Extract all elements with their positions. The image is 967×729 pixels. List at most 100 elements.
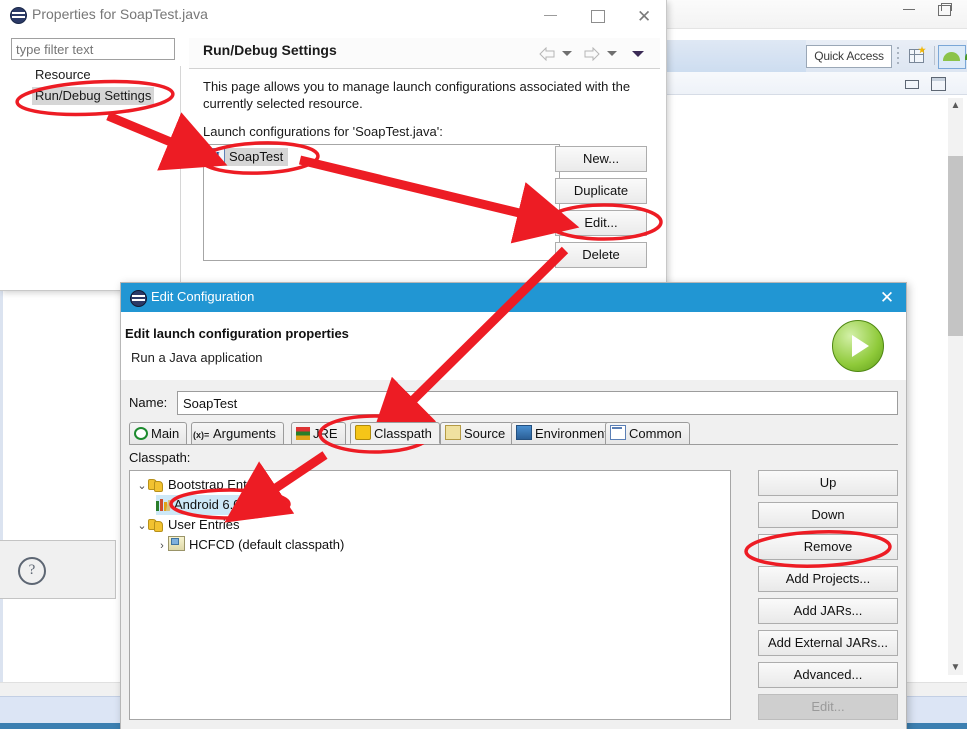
quick-access-input[interactable]: Quick Access [806, 45, 892, 68]
editor-vertical-scrollbar[interactable]: ▲ ▼ [948, 98, 963, 675]
name-input[interactable] [177, 391, 898, 415]
properties-dialog: Properties for SoapTest.java ✕ Resource … [0, 0, 667, 291]
tab-label: Classpath [374, 426, 432, 441]
tab-label: Main [151, 426, 180, 441]
up-button[interactable]: Up [758, 470, 898, 496]
edit-button[interactable]: Edit... [555, 210, 647, 236]
chevron-down-icon[interactable]: ⌄ [136, 476, 148, 496]
add-external-jars-button[interactable]: Add External JARs... [758, 630, 898, 656]
tab-arguments[interactable]: Arguments [191, 422, 284, 446]
list-item-label: SoapTest [229, 149, 284, 164]
edit-configuration-titlebar[interactable]: Edit Configuration ✕ [121, 283, 906, 312]
edit-configuration-dialog: Edit Configuration ✕ Edit launch configu… [120, 282, 907, 729]
properties-page-panel: Run/Debug Settings This page allows you … [181, 30, 666, 290]
tree-item-resource[interactable]: Resource [32, 66, 94, 84]
tab-label: Common [629, 426, 682, 441]
remove-button[interactable]: Remove [758, 534, 898, 560]
run-play-icon [832, 320, 884, 372]
screenshot-root: Quick Access SoapEnvelope.VER11); [0, 0, 967, 729]
page-title: Run/Debug Settings [203, 42, 337, 58]
new-perspective-icon[interactable] [908, 46, 928, 66]
tree-item-bootstrap-entries[interactable]: ⌄ Bootstrap Entries [136, 475, 268, 495]
page-header: Run/Debug Settings [189, 38, 660, 69]
launch-configurations-label: Launch configurations for 'SoapTest.java… [203, 124, 443, 139]
tab-label: Source [464, 426, 506, 441]
tree-item-label: Bootstrap Entries [168, 477, 268, 492]
chevron-right-icon[interactable]: › [156, 536, 168, 556]
filter-input[interactable] [11, 38, 175, 60]
tree-item-run-debug-settings[interactable]: Run/Debug Settings [32, 87, 155, 105]
properties-close-button[interactable]: ✕ [620, 0, 666, 30]
tree-item-label: HCFCD (default classpath) [189, 537, 345, 552]
scroll-up-icon[interactable]: ▲ [948, 98, 963, 113]
tree-item-label: Android 6.0 [174, 497, 241, 512]
chevron-down-icon[interactable]: ⌄ [136, 516, 148, 536]
main-circle-icon [134, 427, 148, 440]
page-menu-icon[interactable] [632, 51, 644, 60]
forward-arrow-icon[interactable] [584, 47, 600, 61]
editor-minimize-icon[interactable] [905, 80, 919, 89]
arguments-icon [193, 425, 210, 446]
classpath-tree[interactable]: ⌄ Bootstrap Entries Android 6.0 ⌄ User Ent… [129, 470, 731, 720]
advanced-button[interactable]: Advanced... [758, 662, 898, 688]
environment-icon [516, 425, 532, 440]
eclipse-minimize-button[interactable] [903, 9, 915, 10]
duplicate-button[interactable]: Duplicate [555, 178, 647, 204]
properties-maximize-button[interactable] [574, 0, 620, 30]
configuration-tabs: Main Arguments JRE Classpath Source Envi… [129, 422, 898, 446]
toolbar-grip[interactable] [895, 44, 901, 68]
classpath-label: Classpath: [129, 450, 191, 465]
editor-maximize-icon[interactable] [931, 77, 946, 91]
forward-dropdown-icon[interactable] [607, 51, 617, 59]
classpath-vars-icon [355, 425, 371, 440]
edit-entry-button: Edit... [758, 694, 898, 720]
scrollbar-thumb[interactable] [948, 156, 963, 336]
jar-project-icon [168, 536, 185, 551]
tab-label: Arguments [213, 426, 276, 441]
edit-configuration-body: Name: Main Arguments JRE Classpath Sourc… [121, 380, 906, 729]
new-button[interactable]: New... [555, 146, 647, 172]
back-dropdown-icon[interactable] [562, 51, 572, 59]
down-button[interactable]: Down [758, 502, 898, 528]
edit-configuration-title: Edit Configuration [151, 289, 255, 304]
eclipse-icon [10, 7, 27, 24]
tab-classpath[interactable]: Classpath [350, 422, 440, 444]
name-row: Name: [129, 391, 898, 415]
add-projects-button[interactable]: Add Projects... [758, 566, 898, 592]
page-description: This page allows you to manage launch co… [203, 79, 631, 111]
launch-configurations-list[interactable]: SoapTest [203, 144, 560, 261]
delete-button[interactable]: Delete [555, 242, 647, 268]
tab-common[interactable]: Common [605, 422, 690, 444]
properties-page-tree: Resource Run/Debug Settings [0, 66, 181, 290]
android-sdk-manager-icon[interactable] [938, 45, 966, 69]
tree-item-label: User Entries [168, 517, 240, 532]
tab-source[interactable]: Source [440, 422, 514, 444]
properties-minimize-button[interactable] [528, 0, 574, 30]
tree-item-hcfcd[interactable]: › HCFCD (default classpath) [156, 535, 344, 555]
add-jars-button[interactable]: Add JARs... [758, 598, 898, 624]
library-books-icon [156, 499, 173, 511]
eclipse-restore-button[interactable] [938, 3, 952, 16]
name-label: Name: [129, 395, 168, 410]
back-arrow-icon[interactable] [539, 47, 555, 61]
tab-jre[interactable]: JRE [291, 422, 346, 444]
tab-environment[interactable]: Environment [511, 422, 616, 444]
classpath-vars-icon [148, 478, 164, 492]
android-avd-manager-icon[interactable] [963, 45, 967, 67]
tab-main[interactable]: Main [129, 422, 188, 444]
help-button[interactable]: ? [18, 557, 46, 585]
tab-label: Environment [535, 426, 608, 441]
eclipse-icon [130, 290, 147, 307]
common-grid-icon [610, 425, 626, 440]
properties-titlebar[interactable]: Properties for SoapTest.java ✕ [0, 0, 666, 30]
java-class-icon [209, 147, 225, 165]
edit-configuration-header: Edit launch configuration properties Run… [121, 312, 906, 381]
scroll-down-icon[interactable]: ▼ [948, 660, 963, 675]
properties-dialog-title: Properties for SoapTest.java [32, 6, 208, 22]
list-item-soaptest[interactable]: SoapTest [207, 147, 289, 166]
tab-label: JRE [313, 426, 338, 441]
tree-item-android-60[interactable]: Android 6.0 [156, 495, 245, 515]
edit-configuration-close-button[interactable]: ✕ [876, 287, 898, 309]
tree-item-user-entries[interactable]: ⌄ User Entries [136, 515, 240, 535]
jre-books-icon [296, 427, 310, 440]
